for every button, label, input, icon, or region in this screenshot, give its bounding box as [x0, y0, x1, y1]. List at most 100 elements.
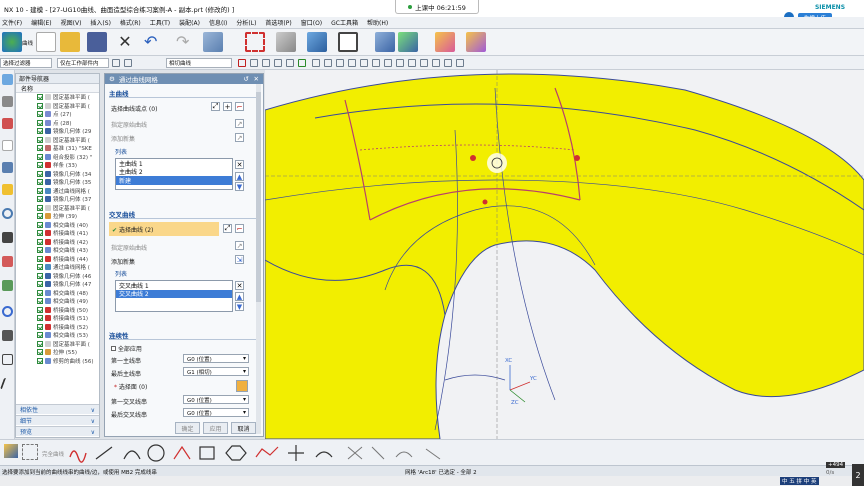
stop-at-intersection-icon[interactable] — [238, 59, 246, 67]
bridge-curve-icon[interactable] — [371, 446, 385, 460]
menu-item[interactable]: 视图(V) — [61, 18, 82, 27]
menu-item[interactable]: 分析(L) — [236, 18, 256, 27]
move-down-icon[interactable]: ▼ — [235, 302, 244, 311]
curve-rule-icon[interactable]: ⤢ — [223, 224, 232, 233]
grid-icon[interactable] — [22, 444, 38, 460]
assembly-navigator-tab-icon[interactable] — [2, 96, 13, 107]
visibility-checkbox[interactable] — [37, 349, 43, 356]
visibility-checkbox[interactable] — [37, 221, 43, 228]
tree-row[interactable]: 镜像几何体 (37 — [16, 195, 99, 204]
tree-row[interactable]: 镜像几何体 (47 — [16, 280, 99, 289]
conic-icon[interactable] — [315, 451, 333, 458]
curve-menu-label[interactable]: 曲线 — [22, 39, 33, 47]
tree-row[interactable]: 桥接曲线 (51) — [16, 314, 99, 323]
history-tab-icon[interactable] — [2, 184, 13, 195]
polygon-icon[interactable] — [225, 445, 247, 461]
apply-button[interactable]: 应用 — [203, 422, 228, 434]
menu-item[interactable]: GC工具箱 — [331, 18, 358, 27]
control-point[interactable] — [482, 199, 488, 205]
menu-item[interactable]: 插入(S) — [90, 18, 111, 27]
follow-fillet-icon[interactable] — [250, 59, 258, 67]
list-item[interactable]: 主曲线 1 — [116, 159, 232, 168]
control-point[interactable] — [470, 155, 476, 161]
visibility-checkbox[interactable] — [37, 94, 43, 101]
close-icon[interactable]: ✕ — [115, 32, 135, 52]
visibility-checkbox[interactable] — [37, 332, 43, 339]
navigator-column-name[interactable]: 名称 — [16, 84, 99, 93]
visibility-checkbox[interactable] — [37, 179, 43, 186]
selection-scope-dropdown[interactable]: 仅在工作部件内 — [57, 58, 109, 68]
line-icon[interactable] — [95, 446, 113, 460]
tree-row[interactable]: 组合投影 (32) " — [16, 153, 99, 162]
tree-row[interactable]: 桥接曲线 (52) — [16, 323, 99, 332]
tree-row[interactable]: 镜像几何体 (34 — [16, 170, 99, 179]
snap-face-icon[interactable] — [444, 59, 452, 67]
tree-row[interactable]: 相交曲线 (53) — [16, 331, 99, 340]
visibility-checkbox[interactable] — [37, 213, 43, 220]
visibility-checkbox[interactable] — [37, 128, 43, 135]
curve-select-icon[interactable]: ⌐ — [235, 224, 244, 233]
tree-row[interactable]: 拉伸 (55) — [16, 348, 99, 357]
add-set-icon[interactable]: ↗ — [235, 133, 244, 142]
tree-row[interactable]: 点 (27) — [16, 110, 99, 119]
shaded-view-icon[interactable] — [276, 32, 296, 52]
visibility-checkbox[interactable] — [37, 238, 43, 245]
menu-item[interactable]: 编辑(E) — [31, 18, 51, 27]
close-icon[interactable]: ✕ — [254, 75, 259, 83]
tree-row[interactable]: 点 (28) — [16, 119, 99, 128]
assembly-icon[interactable] — [398, 32, 418, 52]
visibility-checkbox[interactable] — [37, 204, 43, 211]
last-primary-select[interactable]: G1 (相切) — [183, 367, 249, 376]
snap-quadrant-icon[interactable] — [372, 59, 380, 67]
cube-view-icon[interactable] — [307, 32, 327, 52]
visibility-checkbox[interactable] — [37, 145, 43, 152]
tree-row[interactable]: 拉伸 (39) — [16, 212, 99, 221]
list-item[interactable]: 交叉曲线 2 — [116, 289, 232, 298]
visibility-checkbox[interactable] — [37, 247, 43, 254]
visibility-checkbox[interactable] — [37, 102, 43, 109]
snap-bounded-icon[interactable] — [408, 59, 416, 67]
menu-item[interactable]: 工具(T) — [150, 18, 170, 27]
move-down-icon[interactable]: ▼ — [235, 182, 244, 191]
visibility-checkbox[interactable] — [37, 289, 43, 296]
visibility-checkbox[interactable] — [37, 162, 43, 169]
mesh-surface-icon[interactable] — [203, 32, 223, 52]
roles-tab-icon[interactable] — [2, 162, 13, 173]
dialog-scrollbar[interactable] — [256, 84, 261, 434]
scrollbar-thumb[interactable] — [256, 92, 261, 302]
list-item[interactable]: 新建 — [116, 176, 232, 185]
tree-row[interactable]: 固定基准平面 ( — [16, 93, 99, 102]
menu-item[interactable]: 首选项(P) — [265, 18, 291, 27]
filter-icon[interactable] — [112, 59, 120, 67]
visibility-checkbox[interactable] — [37, 170, 43, 177]
object-display-icon[interactable] — [466, 32, 486, 52]
select-primary-curve-label[interactable]: 选择曲线或点 (0) — [111, 104, 157, 113]
visibility-checkbox[interactable] — [37, 306, 43, 313]
visibility-checkbox[interactable] — [37, 136, 43, 143]
tree-row[interactable]: 相交曲线 (40) — [16, 221, 99, 230]
project-curve-icon[interactable] — [395, 451, 413, 458]
visibility-checkbox[interactable] — [37, 357, 43, 364]
menu-item[interactable]: 文件(F) — [2, 18, 22, 27]
first-cross-select[interactable]: G0 (位置) — [183, 395, 249, 404]
tree-row[interactable]: 镜像几何体 (46 — [16, 272, 99, 281]
list-item[interactable]: 交叉曲线 1 — [116, 281, 232, 290]
select-all-icon[interactable] — [124, 59, 132, 67]
add-set-icon[interactable]: ⇲ — [235, 255, 244, 264]
chain-curve-icon[interactable] — [262, 59, 270, 67]
point-icon[interactable] — [288, 445, 304, 461]
tree-row[interactable]: 相交曲线 (43) — [16, 246, 99, 255]
details-panel[interactable]: 细节 ∨ — [16, 415, 99, 425]
menu-item[interactable]: 信息(I) — [209, 18, 227, 27]
visibility-checkbox[interactable] — [37, 298, 43, 305]
visibility-checkbox[interactable] — [37, 264, 43, 271]
undo-icon[interactable]: ↶ — [144, 32, 164, 52]
tree-row[interactable]: 镜像几何体 (35 — [16, 178, 99, 187]
reset-icon[interactable]: ↺ — [244, 75, 249, 83]
snap-intersection-icon[interactable] — [348, 59, 356, 67]
select-face-label[interactable]: * 选择面 (0) — [114, 382, 147, 391]
open-folder-icon[interactable] — [60, 32, 80, 52]
checkbox-icon[interactable] — [111, 346, 116, 351]
offset-curve-icon[interactable] — [347, 446, 363, 460]
menu-item[interactable]: 格式(R) — [120, 18, 141, 27]
